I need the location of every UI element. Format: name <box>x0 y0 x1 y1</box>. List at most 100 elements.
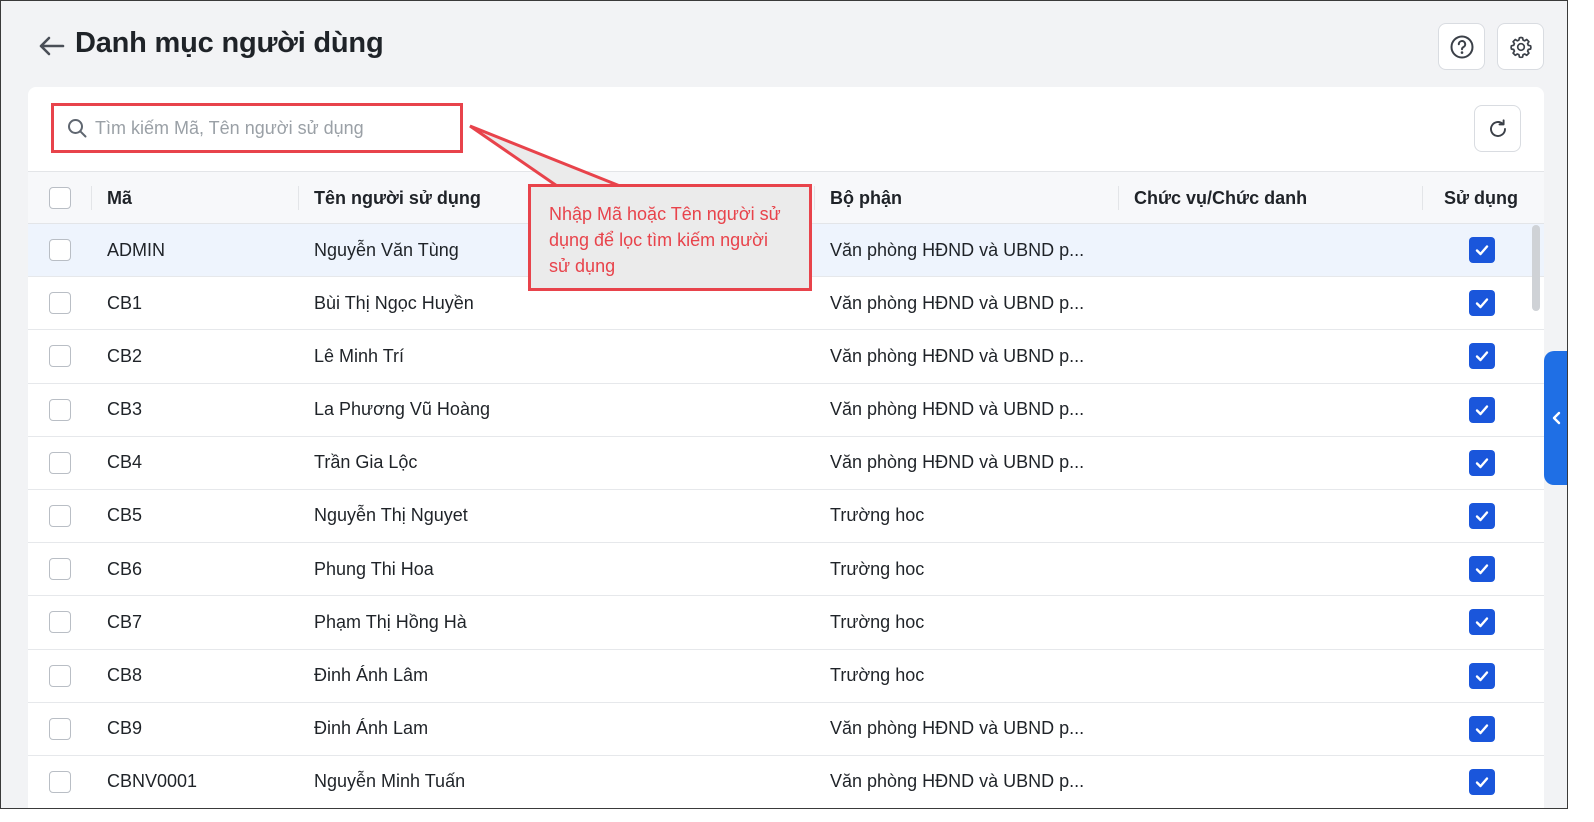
row-select-cell <box>49 224 71 276</box>
table-row[interactable]: CB7 Phạm Thị Hồng Hà Trường hoc <box>28 596 1544 650</box>
table-scrollbar[interactable] <box>1532 225 1540 808</box>
cell-department: Trường hoc <box>830 505 925 526</box>
in-use-checkbox[interactable] <box>1469 396 1495 423</box>
table-row[interactable]: CB8 Đinh Ánh Lâm Trường hoc <box>28 650 1544 703</box>
in-use-checkbox[interactable] <box>1469 290 1495 317</box>
cell-department: Văn phòng HĐND và UBND p... <box>830 345 1085 366</box>
select-all-cell <box>49 172 71 224</box>
in-use-checkbox[interactable] <box>1469 556 1495 583</box>
row-checkbox[interactable] <box>49 611 71 634</box>
cell-in-use <box>1469 596 1495 648</box>
in-use-checkbox[interactable] <box>1469 768 1495 795</box>
table-row[interactable]: CB9 Đinh Ánh Lam Văn phòng HĐND và UBND … <box>28 703 1544 756</box>
cell-department: Trường hoc <box>830 665 925 685</box>
scrollbar-thumb[interactable] <box>1532 225 1540 311</box>
search-input[interactable] <box>95 117 425 139</box>
column-header-code[interactable]: Mã <box>107 172 132 224</box>
cell-name: Phạm Thị Hồng Hà <box>314 611 467 632</box>
cell-department: Văn phòng HĐND và UBND p... <box>830 718 1085 739</box>
in-use-checkbox[interactable] <box>1469 502 1495 529</box>
select-all-checkbox[interactable] <box>49 187 71 209</box>
cell-name: Bùi Thị Ngọc Huyền <box>314 292 474 313</box>
app-window: Danh mục người dùng Tìm kiếm Mã, Tên ngư… <box>0 0 1568 809</box>
annotation-text: Nhập Mã hoặc Tên người sử dụng để lọc tì… <box>549 204 781 276</box>
checkmark-icon <box>1475 777 1489 788</box>
column-header-position[interactable]: Chức vụ/Chức danh <box>1134 172 1307 224</box>
cell-department: Văn phòng HĐND và UBND p... <box>830 771 1085 792</box>
cell-department: Trường hoc <box>830 611 925 632</box>
row-checkbox[interactable] <box>49 504 71 527</box>
refresh-button[interactable] <box>1474 105 1521 152</box>
cell-in-use <box>1469 650 1495 702</box>
page-header: Danh mục người dùng <box>1 1 1567 87</box>
row-checkbox[interactable] <box>49 558 71 581</box>
in-use-checkbox[interactable] <box>1469 715 1495 742</box>
row-checkbox[interactable] <box>49 770 71 793</box>
cell-name: Đinh Ánh Lâm <box>314 665 429 685</box>
row-select-cell <box>49 596 71 648</box>
table-row[interactable]: CBNV0001 Nguyễn Minh Tuấn Văn phòng HĐND… <box>28 756 1544 808</box>
cell-code: CB3 <box>107 399 143 420</box>
in-use-checkbox[interactable] <box>1469 662 1495 689</box>
cell-in-use <box>1469 224 1495 276</box>
row-checkbox[interactable] <box>49 717 71 740</box>
row-checkbox[interactable] <box>49 451 71 474</box>
row-select-cell <box>49 543 71 595</box>
column-divider <box>298 186 299 210</box>
row-select-cell <box>49 490 71 542</box>
in-use-checkbox[interactable] <box>1469 449 1495 476</box>
in-use-checkbox[interactable] <box>1469 609 1495 636</box>
help-button[interactable] <box>1438 23 1485 70</box>
row-checkbox[interactable] <box>49 345 71 368</box>
cell-name: La Phương Vũ Hoàng <box>314 399 490 420</box>
cell-in-use <box>1469 490 1495 542</box>
cell-name: Đinh Ánh Lam <box>314 718 429 739</box>
column-divider <box>1422 186 1423 210</box>
checkmark-icon <box>1475 298 1489 309</box>
cell-in-use <box>1469 756 1495 808</box>
row-checkbox[interactable] <box>49 292 71 315</box>
settings-button[interactable] <box>1497 23 1544 70</box>
search-icon <box>68 119 87 138</box>
cell-code: CB1 <box>107 292 143 313</box>
cell-department: Trường hoc <box>830 558 925 579</box>
table-row[interactable]: CB2 Lê Minh Trí Văn phòng HĐND và UBND p… <box>28 330 1544 384</box>
column-header-department[interactable]: Bộ phận <box>830 172 1120 224</box>
cell-in-use <box>1469 384 1495 436</box>
cell-department: Văn phòng HĐND và UBND p... <box>830 239 1085 260</box>
side-panel-toggle[interactable] <box>1544 351 1567 485</box>
cell-in-use <box>1469 330 1495 382</box>
table-row[interactable]: CB4 Trần Gia Lộc Văn phòng HĐND và UBND … <box>28 437 1544 490</box>
cell-name: Nguyễn Minh Tuấn <box>314 771 466 792</box>
in-use-checkbox[interactable] <box>1469 237 1495 263</box>
cell-department: Văn phòng HĐND và UBND p... <box>830 399 1085 420</box>
row-checkbox[interactable] <box>49 398 71 421</box>
checkmark-icon <box>1475 617 1489 628</box>
checkmark-icon <box>1475 351 1489 362</box>
table-row[interactable]: CB5 Nguyễn Thị Nguyet Trường hoc <box>28 490 1544 544</box>
cell-code: CB2 <box>107 345 143 366</box>
cell-in-use <box>1469 277 1495 329</box>
cell-name: Trần Gia Lộc <box>314 452 418 473</box>
question-circle-icon <box>1450 35 1473 58</box>
column-divider <box>1118 186 1119 210</box>
checkmark-icon <box>1475 458 1489 468</box>
search-box[interactable] <box>51 103 463 153</box>
column-header-in-use[interactable]: Sử dụng <box>1444 172 1518 224</box>
cell-department: Văn phòng HĐND và UBND p... <box>830 452 1085 473</box>
table-row[interactable]: CB3 La Phương Vũ Hoàng Văn phòng HĐND và… <box>28 384 1544 437</box>
row-checkbox[interactable] <box>49 664 71 687</box>
column-header-name[interactable]: Tên người sử dụng <box>314 172 481 224</box>
column-divider <box>91 186 92 210</box>
in-use-checkbox[interactable] <box>1469 343 1495 370</box>
cell-code: CB4 <box>107 452 143 473</box>
cell-code: CB8 <box>107 665 143 685</box>
checkmark-icon <box>1475 511 1489 522</box>
row-select-cell <box>49 703 71 755</box>
table-body: ADMIN Nguyễn Văn Tùng Văn phòng HĐND và … <box>28 224 1544 808</box>
back-button[interactable] <box>34 29 68 63</box>
table-row[interactable]: CB6 Phung Thi Hoa Trường hoc <box>28 543 1544 597</box>
row-checkbox[interactable] <box>49 239 71 261</box>
cell-name: Lê Minh Trí <box>314 345 405 366</box>
row-select-cell <box>49 277 71 329</box>
